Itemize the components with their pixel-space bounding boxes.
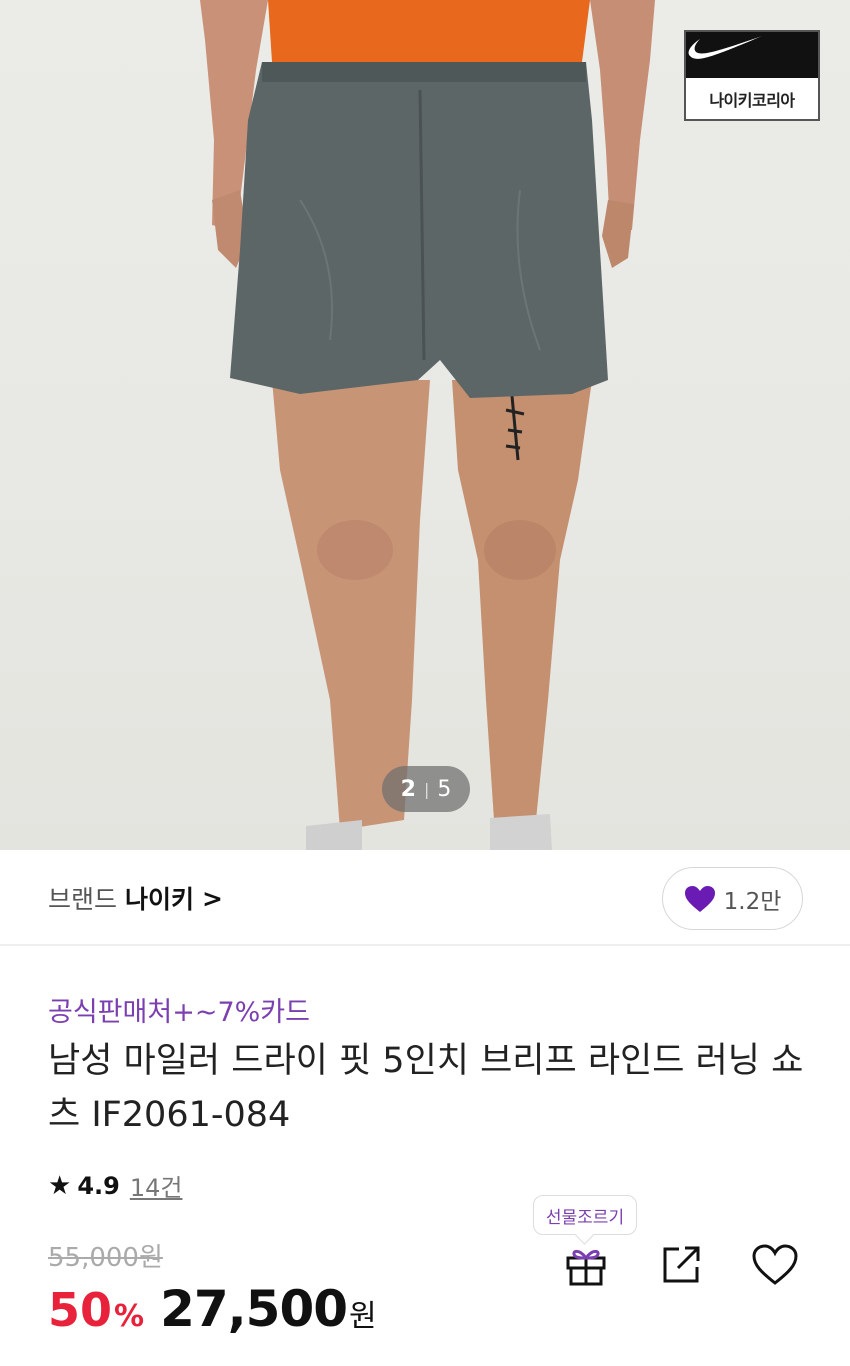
promo-text: 공식판매처+~7%카드: [48, 997, 310, 1028]
gift-icon: [566, 1249, 606, 1286]
brand-label: 브랜드: [48, 885, 118, 914]
rating-score: 4.9: [77, 1171, 120, 1200]
brand-link[interactable]: 브랜드 나이키 >: [48, 880, 223, 916]
product-image[interactable]: 나이키코리아 2 | 5: [0, 0, 850, 850]
gift-tooltip: 선물조르기: [533, 1195, 637, 1235]
brand-name: 나이키: [125, 885, 195, 914]
sale-price: 27,500: [160, 1280, 348, 1338]
brand-badge: 나이키코리아: [684, 30, 820, 121]
discount-rate: 50: [48, 1283, 113, 1337]
nike-swoosh-logo: [686, 32, 818, 78]
gift-button[interactable]: [561, 1240, 611, 1290]
pager-current: 2: [400, 776, 416, 802]
pager-total: 5: [437, 776, 452, 802]
star-icon: ★: [48, 1170, 72, 1201]
product-title: 남성 마일러 드라이 핏 5인치 브리프 라인드 러닝 쇼츠 IF2061-08…: [48, 1041, 804, 1135]
like-count: 1.2만: [723, 888, 782, 915]
share-button[interactable]: [656, 1240, 706, 1290]
pager-separator: |: [423, 779, 430, 799]
price-row: 50 % 27,500 원: [48, 1280, 377, 1338]
like-button[interactable]: 1.2만: [662, 867, 803, 930]
wishlist-button[interactable]: [750, 1240, 800, 1290]
product-photo-illustration: [200, 0, 655, 850]
original-price: 55,000원: [48, 1243, 163, 1273]
heart-outline-icon: [752, 1244, 798, 1285]
brand-badge-label: 나이키코리아: [709, 90, 795, 110]
rating: ★ 4.9 14건: [48, 1168, 182, 1203]
share-icon: [663, 1246, 700, 1283]
chevron-right-icon: >: [202, 883, 223, 913]
review-count-link[interactable]: 14건: [130, 1168, 183, 1203]
image-pager: 2 | 5: [382, 766, 470, 812]
heart-icon: [684, 885, 715, 912]
discount-sign: %: [114, 1299, 145, 1334]
currency: 원: [349, 1299, 377, 1334]
